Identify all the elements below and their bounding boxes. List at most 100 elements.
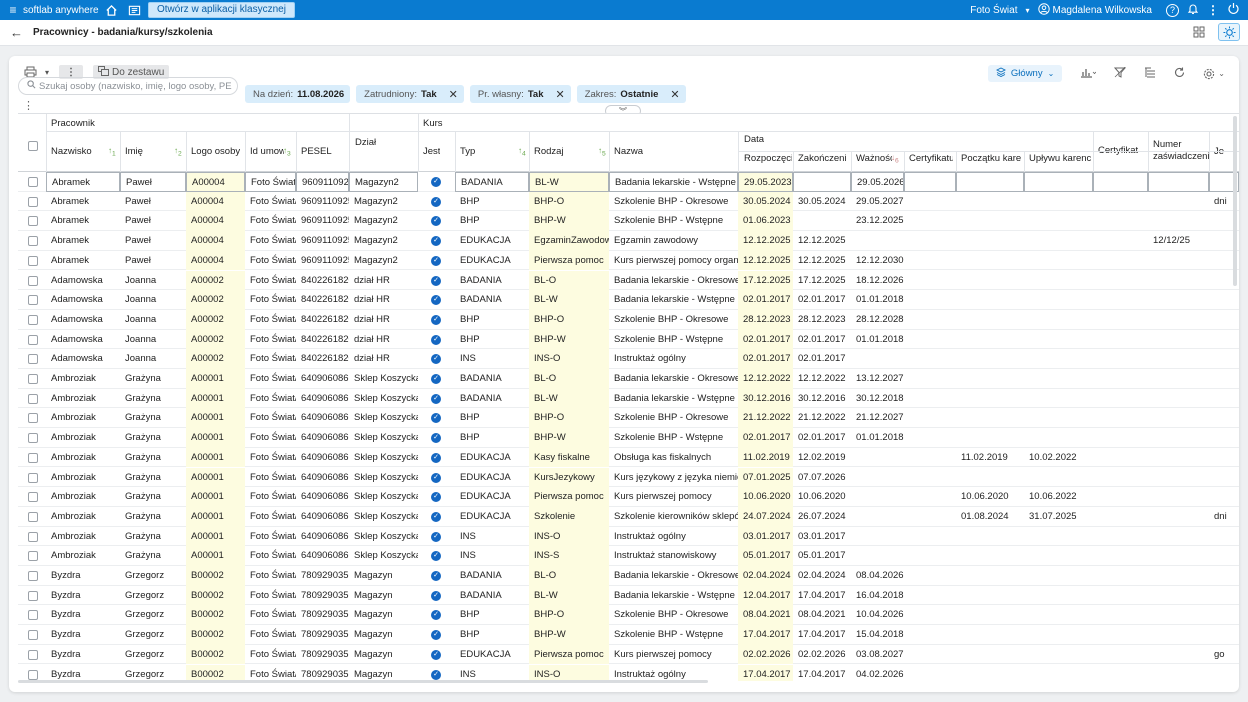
cell-uplywu-karencji[interactable] — [1024, 566, 1093, 586]
cell-certyfikat[interactable] — [1093, 487, 1148, 507]
cell-numer[interactable] — [1148, 428, 1209, 448]
cell-nazwisko[interactable]: Byzdra — [46, 586, 120, 606]
cell-certyfikat[interactable] — [1093, 566, 1148, 586]
sort-asc-icon[interactable]: ↑2 — [174, 146, 182, 158]
cell-id-umowy[interactable]: Foto Świat/ — [245, 408, 296, 428]
table-row[interactable]: ✓ Byzdra Grzegorz B00002 Foto Świat/78092903… — [18, 605, 1239, 626]
home-icon[interactable] — [104, 3, 118, 17]
cell-zakonczenie[interactable]: 12.12.2025 — [793, 231, 851, 251]
cell-imie[interactable]: Grażyna — [120, 468, 186, 488]
cell-typ[interactable]: BADANIA — [455, 369, 529, 389]
cell-rodzaj[interactable]: BHP-W — [529, 329, 609, 350]
cell-nazwa[interactable]: Badania lekarskie - Okresowe — [609, 271, 738, 291]
cell-certyfikatu[interactable] — [904, 211, 956, 231]
cell-numer[interactable] — [1148, 507, 1209, 527]
cell-rozpoczecie[interactable]: 30.05.2024 — [738, 191, 793, 212]
light-theme-icon[interactable] — [1218, 23, 1240, 41]
cell-rodzaj[interactable]: INS-O — [529, 349, 609, 369]
cell-zakonczenie[interactable]: 02.01.2017 — [793, 428, 851, 448]
cell-certyfikatu[interactable] — [904, 507, 956, 527]
cell-imie[interactable]: Joanna — [120, 271, 186, 291]
col-jest[interactable]: Jest — [423, 146, 440, 157]
table-row[interactable]: ✓ Ambroziak Grażyna A00001 Foto Świat/640906… — [18, 428, 1239, 448]
chart-icon[interactable] — [1080, 67, 1097, 81]
sort-desc-icon[interactable]: ↓6 — [891, 153, 899, 165]
cell-uplywu-karencji[interactable] — [1024, 625, 1093, 645]
cell-je[interactable] — [1209, 546, 1239, 566]
cell-logo[interactable]: A00002 — [186, 290, 245, 310]
cell-je[interactable] — [1209, 586, 1239, 606]
table-row[interactable]: ✓ AbramekPawełA00004Foto Świat/9609110925… — [18, 172, 1239, 192]
cell-numer[interactable] — [1148, 665, 1209, 682]
cell-waznosc[interactable]: 29.05.2027 — [851, 192, 904, 212]
row-checkbox[interactable] — [28, 413, 38, 424]
cell-nazwisko[interactable]: Byzdra — [46, 566, 120, 586]
cell-imie[interactable]: Grażyna — [120, 507, 186, 527]
cell-poczatku-karencji[interactable] — [956, 468, 1024, 488]
table-row[interactable]: ✓ Ambroziak Grażyna A00001 Foto Świat/640906… — [18, 388, 1239, 409]
cell-pesel[interactable]: 78092903591 — [296, 605, 349, 625]
cell-je[interactable] — [1209, 330, 1239, 350]
cell-rodzaj[interactable]: BHP-O — [529, 605, 609, 626]
cell-rodzaj[interactable]: INS-S — [529, 546, 609, 566]
cell-nazwisko[interactable]: Ambroziak — [46, 389, 120, 409]
cell-typ[interactable]: BADANIA — [455, 290, 529, 310]
cell-rodzaj[interactable]: BHP-O — [529, 408, 609, 429]
cell-dzial[interactable]: Magazyn — [349, 586, 418, 606]
cell-dzial[interactable]: Magazyn2 — [349, 172, 418, 192]
cell-numer[interactable] — [1148, 251, 1209, 271]
cell-poczatku-karencji[interactable] — [956, 251, 1024, 271]
cell-numer[interactable] — [1148, 468, 1209, 488]
cell-zakonczenie[interactable]: 12.12.2022 — [793, 369, 851, 389]
cell-je[interactable] — [1209, 389, 1239, 409]
cell-je[interactable] — [1209, 665, 1239, 682]
cell-pesel[interactable]: 96091109253 — [296, 211, 349, 231]
cell-je[interactable] — [1209, 566, 1239, 586]
cell-uplywu-karencji[interactable] — [1024, 349, 1093, 369]
cell-numer[interactable] — [1148, 310, 1209, 330]
row-checkbox[interactable] — [28, 492, 38, 503]
cell-je[interactable] — [1209, 487, 1239, 507]
cell-certyfikatu[interactable] — [904, 625, 956, 645]
cell-certyfikat[interactable] — [1093, 251, 1148, 271]
cell-certyfikat[interactable] — [1093, 605, 1148, 625]
cell-nazwisko[interactable]: Adamowska — [46, 310, 120, 330]
refresh-icon[interactable] — [1174, 67, 1185, 81]
cell-typ[interactable]: BADANIA — [455, 172, 529, 192]
cell-pesel[interactable]: 64090608661 — [296, 527, 349, 547]
cell-imie[interactable]: Joanna — [120, 310, 186, 330]
cell-poczatku-karencji[interactable] — [956, 605, 1024, 625]
col-nazwa[interactable]: Nazwa — [614, 146, 643, 157]
cell-certyfikat[interactable] — [1093, 290, 1148, 310]
table-row[interactable]: ✓ Ambroziak Grażyna A00001 Foto Świat/640906… — [18, 467, 1239, 488]
cell-dzial[interactable]: Sklep Koszycka — [349, 389, 418, 409]
cell-rodzaj[interactable]: BL-O — [529, 369, 609, 389]
row-checkbox[interactable] — [28, 630, 38, 641]
filter-icon[interactable] — [1114, 66, 1127, 81]
cell-nazwisko[interactable]: Byzdra — [46, 665, 120, 682]
cell-pesel[interactable]: 64090608661 — [296, 369, 349, 389]
table-row[interactable]: ✓ Adamowska Joanna A00002 Foto Świat/8402261… — [18, 329, 1239, 350]
cell-id-umowy[interactable]: Foto Świat/ — [245, 349, 296, 369]
cell-typ[interactable]: BADANIA — [455, 566, 529, 586]
cell-waznosc[interactable]: 29.05.2026 — [851, 172, 904, 192]
cell-numer[interactable] — [1148, 605, 1209, 625]
cell-certyfikat[interactable] — [1093, 448, 1148, 468]
cell-logo[interactable]: A00002 — [186, 349, 245, 369]
cell-rozpoczecie[interactable]: 01.06.2023 — [738, 211, 793, 232]
cell-uplywu-karencji[interactable] — [1024, 231, 1093, 251]
cell-id-umowy[interactable]: Foto Świat/ — [245, 625, 296, 645]
cell-poczatku-karencji[interactable] — [956, 192, 1024, 212]
cell-certyfikat[interactable] — [1093, 468, 1148, 488]
cell-nazwisko[interactable]: Abramek — [46, 251, 120, 271]
cell-pesel[interactable]: 84022618201 — [296, 349, 349, 369]
cell-certyfikat[interactable] — [1093, 310, 1148, 330]
cell-zakonczenie[interactable]: 07.07.2026 — [793, 468, 851, 488]
cell-nazwisko[interactable]: Byzdra — [46, 645, 120, 665]
cell-certyfikatu[interactable] — [904, 271, 956, 291]
cell-typ[interactable]: BHP — [455, 330, 529, 350]
cell-poczatku-karencji[interactable]: 11.02.2019 — [956, 448, 1024, 468]
table-row[interactable]: ✓ Byzdra Grzegorz B00002 Foto Świat/78092903… — [18, 566, 1239, 586]
cell-poczatku-karencji[interactable] — [956, 330, 1024, 350]
cell-poczatku-karencji[interactable]: 10.06.2020 — [956, 487, 1024, 507]
